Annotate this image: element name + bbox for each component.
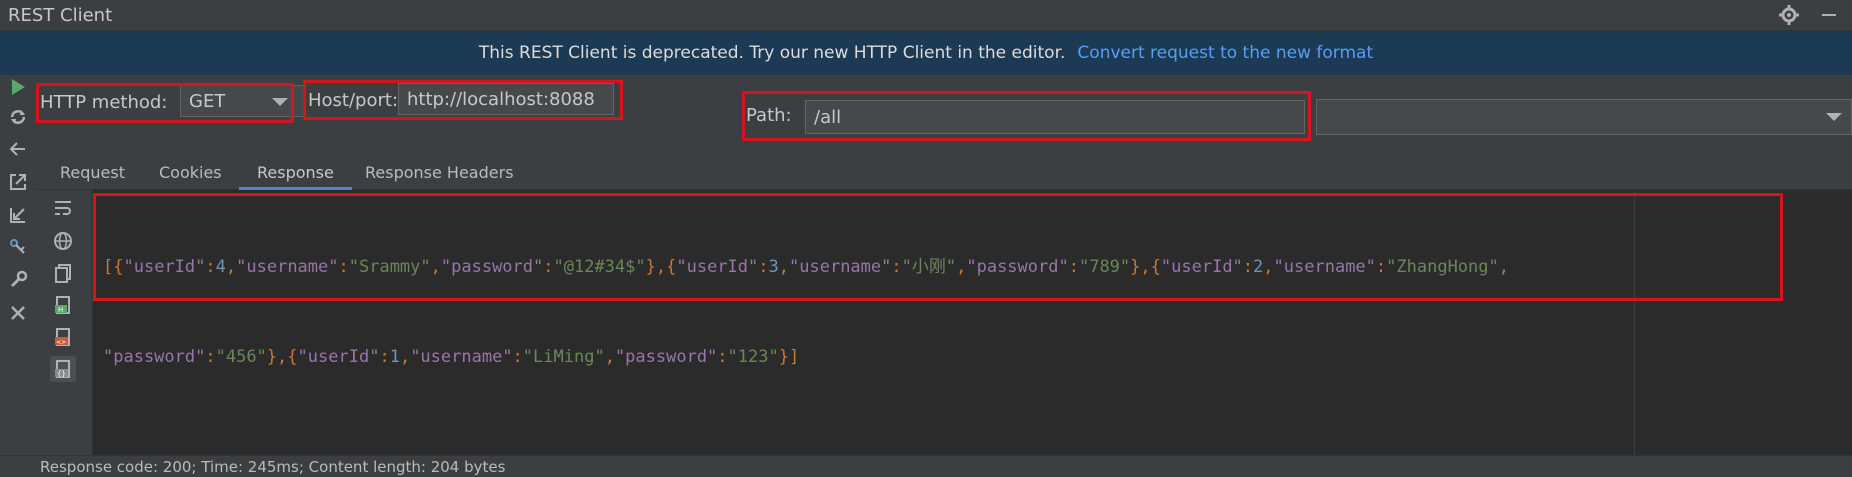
highlight-path (742, 91, 1311, 141)
json-token: "123" (727, 347, 779, 367)
tab-response-headers[interactable]: Response Headers (365, 155, 514, 189)
convert-request-link[interactable]: Convert request to the new format (1077, 43, 1373, 63)
svg-text:<>: <> (56, 339, 66, 346)
highlight-response (93, 193, 1783, 301)
json-token: : (717, 347, 728, 367)
tab-request[interactable]: Request (60, 155, 125, 189)
import-icon[interactable] (6, 203, 30, 227)
wrench-icon[interactable] (6, 268, 30, 292)
request-form: HTTP method: GET Host/port: http://local… (36, 75, 1852, 155)
json-token: 1 (389, 347, 400, 367)
json-token: "userId" (297, 347, 380, 367)
json-token: { (287, 347, 298, 367)
copy-document-icon[interactable] (50, 260, 76, 286)
response-tabs: Request Cookies Response Response Header… (36, 155, 1852, 190)
json-token: , (399, 347, 411, 367)
open-in-browser-globe-icon[interactable] (50, 228, 76, 254)
response-status-text: Response code: 200; Time: 245ms; Content… (40, 457, 506, 476)
json-token: } (266, 347, 278, 367)
response-line-2: "password":"456"},{"userId":1,"username"… (103, 342, 1783, 372)
settings-gear-icon[interactable] (1776, 2, 1802, 28)
export-icon[interactable] (6, 170, 30, 194)
view-xml-icon[interactable]: <> (50, 324, 76, 350)
request-history-select[interactable] (1316, 99, 1852, 135)
json-token: ] (788, 347, 800, 367)
view-json-icon[interactable]: {} (50, 356, 76, 382)
json-token: "username" (410, 347, 513, 367)
json-token: : (205, 347, 216, 367)
soft-wrap-icon[interactable] (50, 195, 76, 221)
title-bar: REST Client (0, 0, 1852, 31)
left-toolbar (0, 75, 37, 455)
highlight-host (303, 80, 623, 120)
window-title: REST Client (8, 4, 113, 26)
json-token: } (778, 347, 789, 367)
highlight-method (36, 83, 294, 123)
banner-message: This REST Client is deprecated. Try our … (478, 43, 1066, 63)
tab-cookies[interactable]: Cookies (159, 155, 222, 189)
close-icon[interactable] (6, 301, 30, 325)
json-token: "password" (614, 347, 718, 367)
run-icon[interactable] (6, 75, 30, 99)
json-token: : (379, 347, 390, 367)
deprecation-banner: This REST Client is deprecated. Try our … (0, 31, 1852, 75)
refresh-icon[interactable] (6, 105, 30, 129)
svg-text:{}: {} (57, 370, 66, 378)
svg-text:H: H (58, 306, 63, 314)
json-token: "456" (215, 347, 267, 367)
minimize-icon[interactable] (1816, 2, 1842, 28)
json-token: "password" (103, 347, 206, 367)
tab-response[interactable]: Response (239, 155, 352, 190)
json-token: : (512, 347, 523, 367)
view-html-icon[interactable]: H (50, 292, 76, 318)
editor-toolbar: H <> {} (36, 190, 93, 455)
status-bar: Response code: 200; Time: 245ms; Content… (0, 455, 1852, 477)
json-token: , (604, 347, 615, 367)
json-token: , (277, 347, 288, 367)
key-icon[interactable] (6, 235, 30, 259)
back-arrow-icon[interactable] (6, 137, 30, 161)
json-token: "LiMing" (522, 347, 605, 367)
request-history-dropdown-icon[interactable] (1826, 113, 1842, 121)
